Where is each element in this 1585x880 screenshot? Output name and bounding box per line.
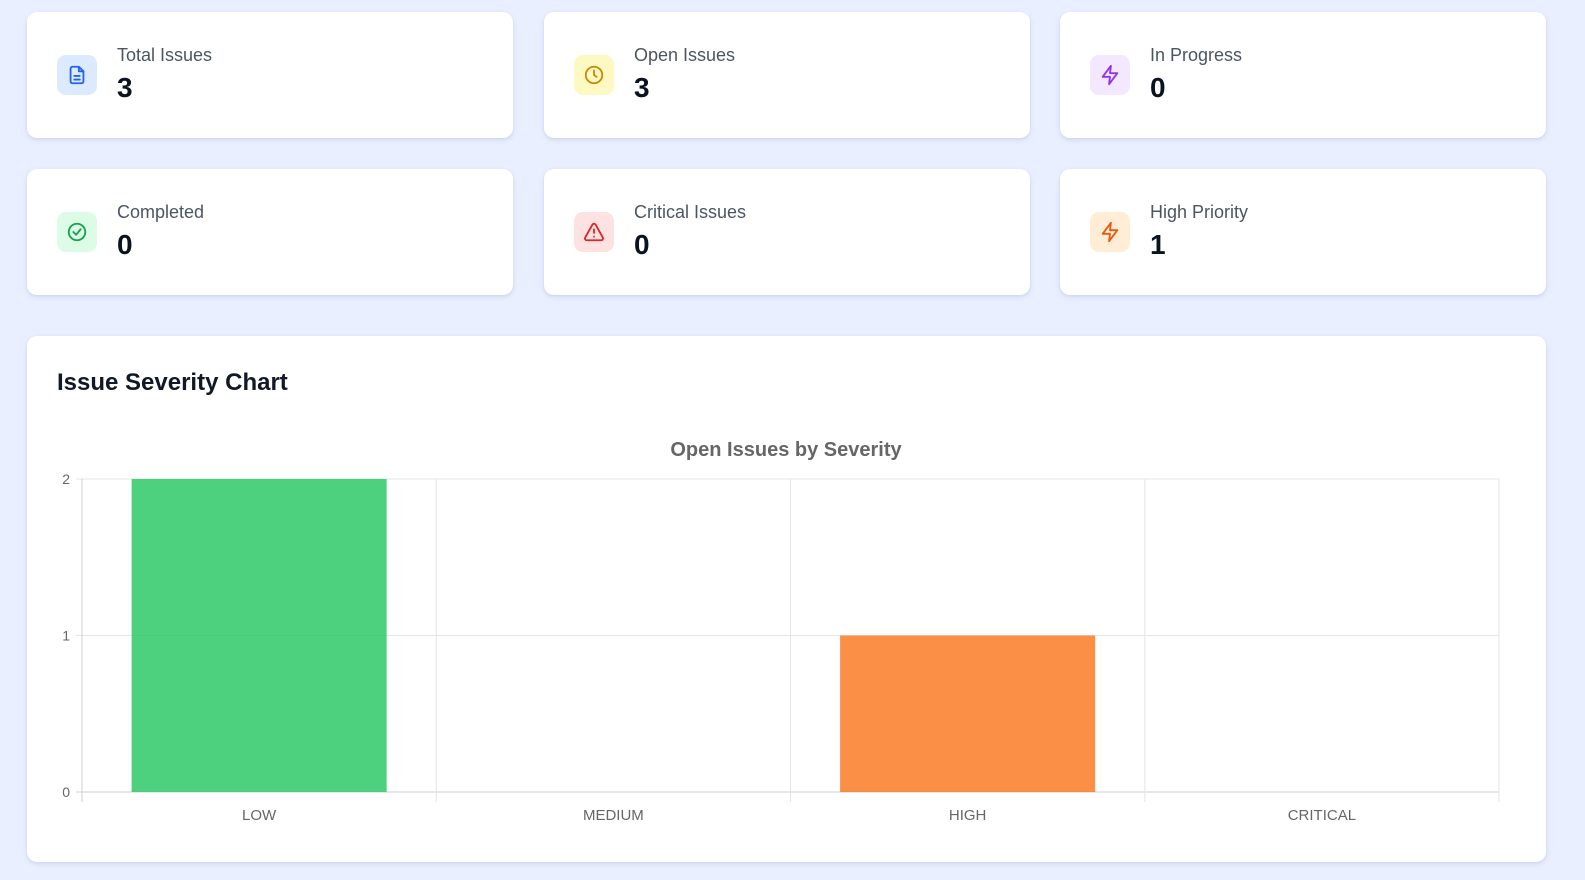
stat-value: 0 xyxy=(634,229,650,260)
stat-value: 1 xyxy=(1150,229,1166,260)
stat-label: Completed xyxy=(117,202,205,222)
y-tick-label: 2 xyxy=(62,471,70,487)
stat-card-in-progress: In Progress 0 xyxy=(1060,12,1546,138)
stat-card-open-issues: Open Issues 3 xyxy=(544,12,1030,138)
warning-icon xyxy=(574,212,614,252)
check-circle-icon xyxy=(57,212,97,252)
stat-card-critical-issues: Critical Issues 0 xyxy=(544,169,1030,295)
x-tick-label: CRITICAL xyxy=(1288,807,1356,824)
severity-chart-card: Issue Severity Chart 0 1 2 LOW MEDIUM HIGH CRI… xyxy=(27,336,1546,862)
clock-icon xyxy=(574,55,614,95)
stat-card-completed: Completed 0 xyxy=(27,169,513,295)
y-tick-label: 0 xyxy=(62,784,70,800)
lightning-icon xyxy=(1090,55,1130,95)
stat-value: 0 xyxy=(117,229,133,260)
y-tick-label: 1 xyxy=(62,628,70,644)
stat-label: Total Issues xyxy=(117,45,213,65)
stat-card-high-priority: High Priority 1 xyxy=(1060,169,1546,295)
stat-label: High Priority xyxy=(1150,202,1249,222)
x-tick-label: MEDIUM xyxy=(583,807,644,824)
severity-bar-chart: 0 1 2 LOW MEDIUM HIGH CRITICAL Open Issues by … xyxy=(62,439,1500,824)
bar-high[interactable] xyxy=(840,635,1096,793)
stat-label: Critical Issues xyxy=(634,202,747,222)
x-tick-label: LOW xyxy=(242,807,277,824)
lightning-icon xyxy=(1090,212,1130,252)
stat-value: 3 xyxy=(117,72,133,103)
x-tick-label: HIGH xyxy=(949,807,987,824)
document-icon xyxy=(57,55,97,95)
stat-label: Open Issues xyxy=(634,45,736,65)
stat-value: 3 xyxy=(634,72,650,103)
stat-card-total-issues: Total Issues 3 xyxy=(27,12,513,138)
stat-value: 0 xyxy=(1150,72,1166,103)
bar-low[interactable] xyxy=(131,479,387,792)
chart-title: Open Issues by Severity xyxy=(670,439,902,461)
stat-label: In Progress xyxy=(1150,45,1243,65)
